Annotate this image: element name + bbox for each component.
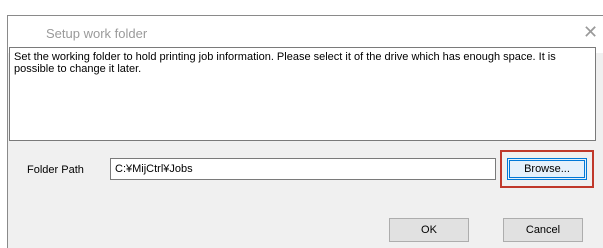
- folder-path-label: Folder Path: [27, 164, 84, 176]
- folder-path-field[interactable]: C:¥MijCtrl¥Jobs: [110, 158, 496, 180]
- ok-button[interactable]: OK: [389, 218, 469, 242]
- browse-button[interactable]: Browse...: [507, 158, 587, 180]
- message-text: Set the working folder to hold printing …: [9, 47, 596, 141]
- cancel-button[interactable]: Cancel: [503, 218, 583, 242]
- close-icon[interactable]: ✕: [583, 22, 603, 42]
- dialog-title: Setup work folder: [46, 26, 148, 41]
